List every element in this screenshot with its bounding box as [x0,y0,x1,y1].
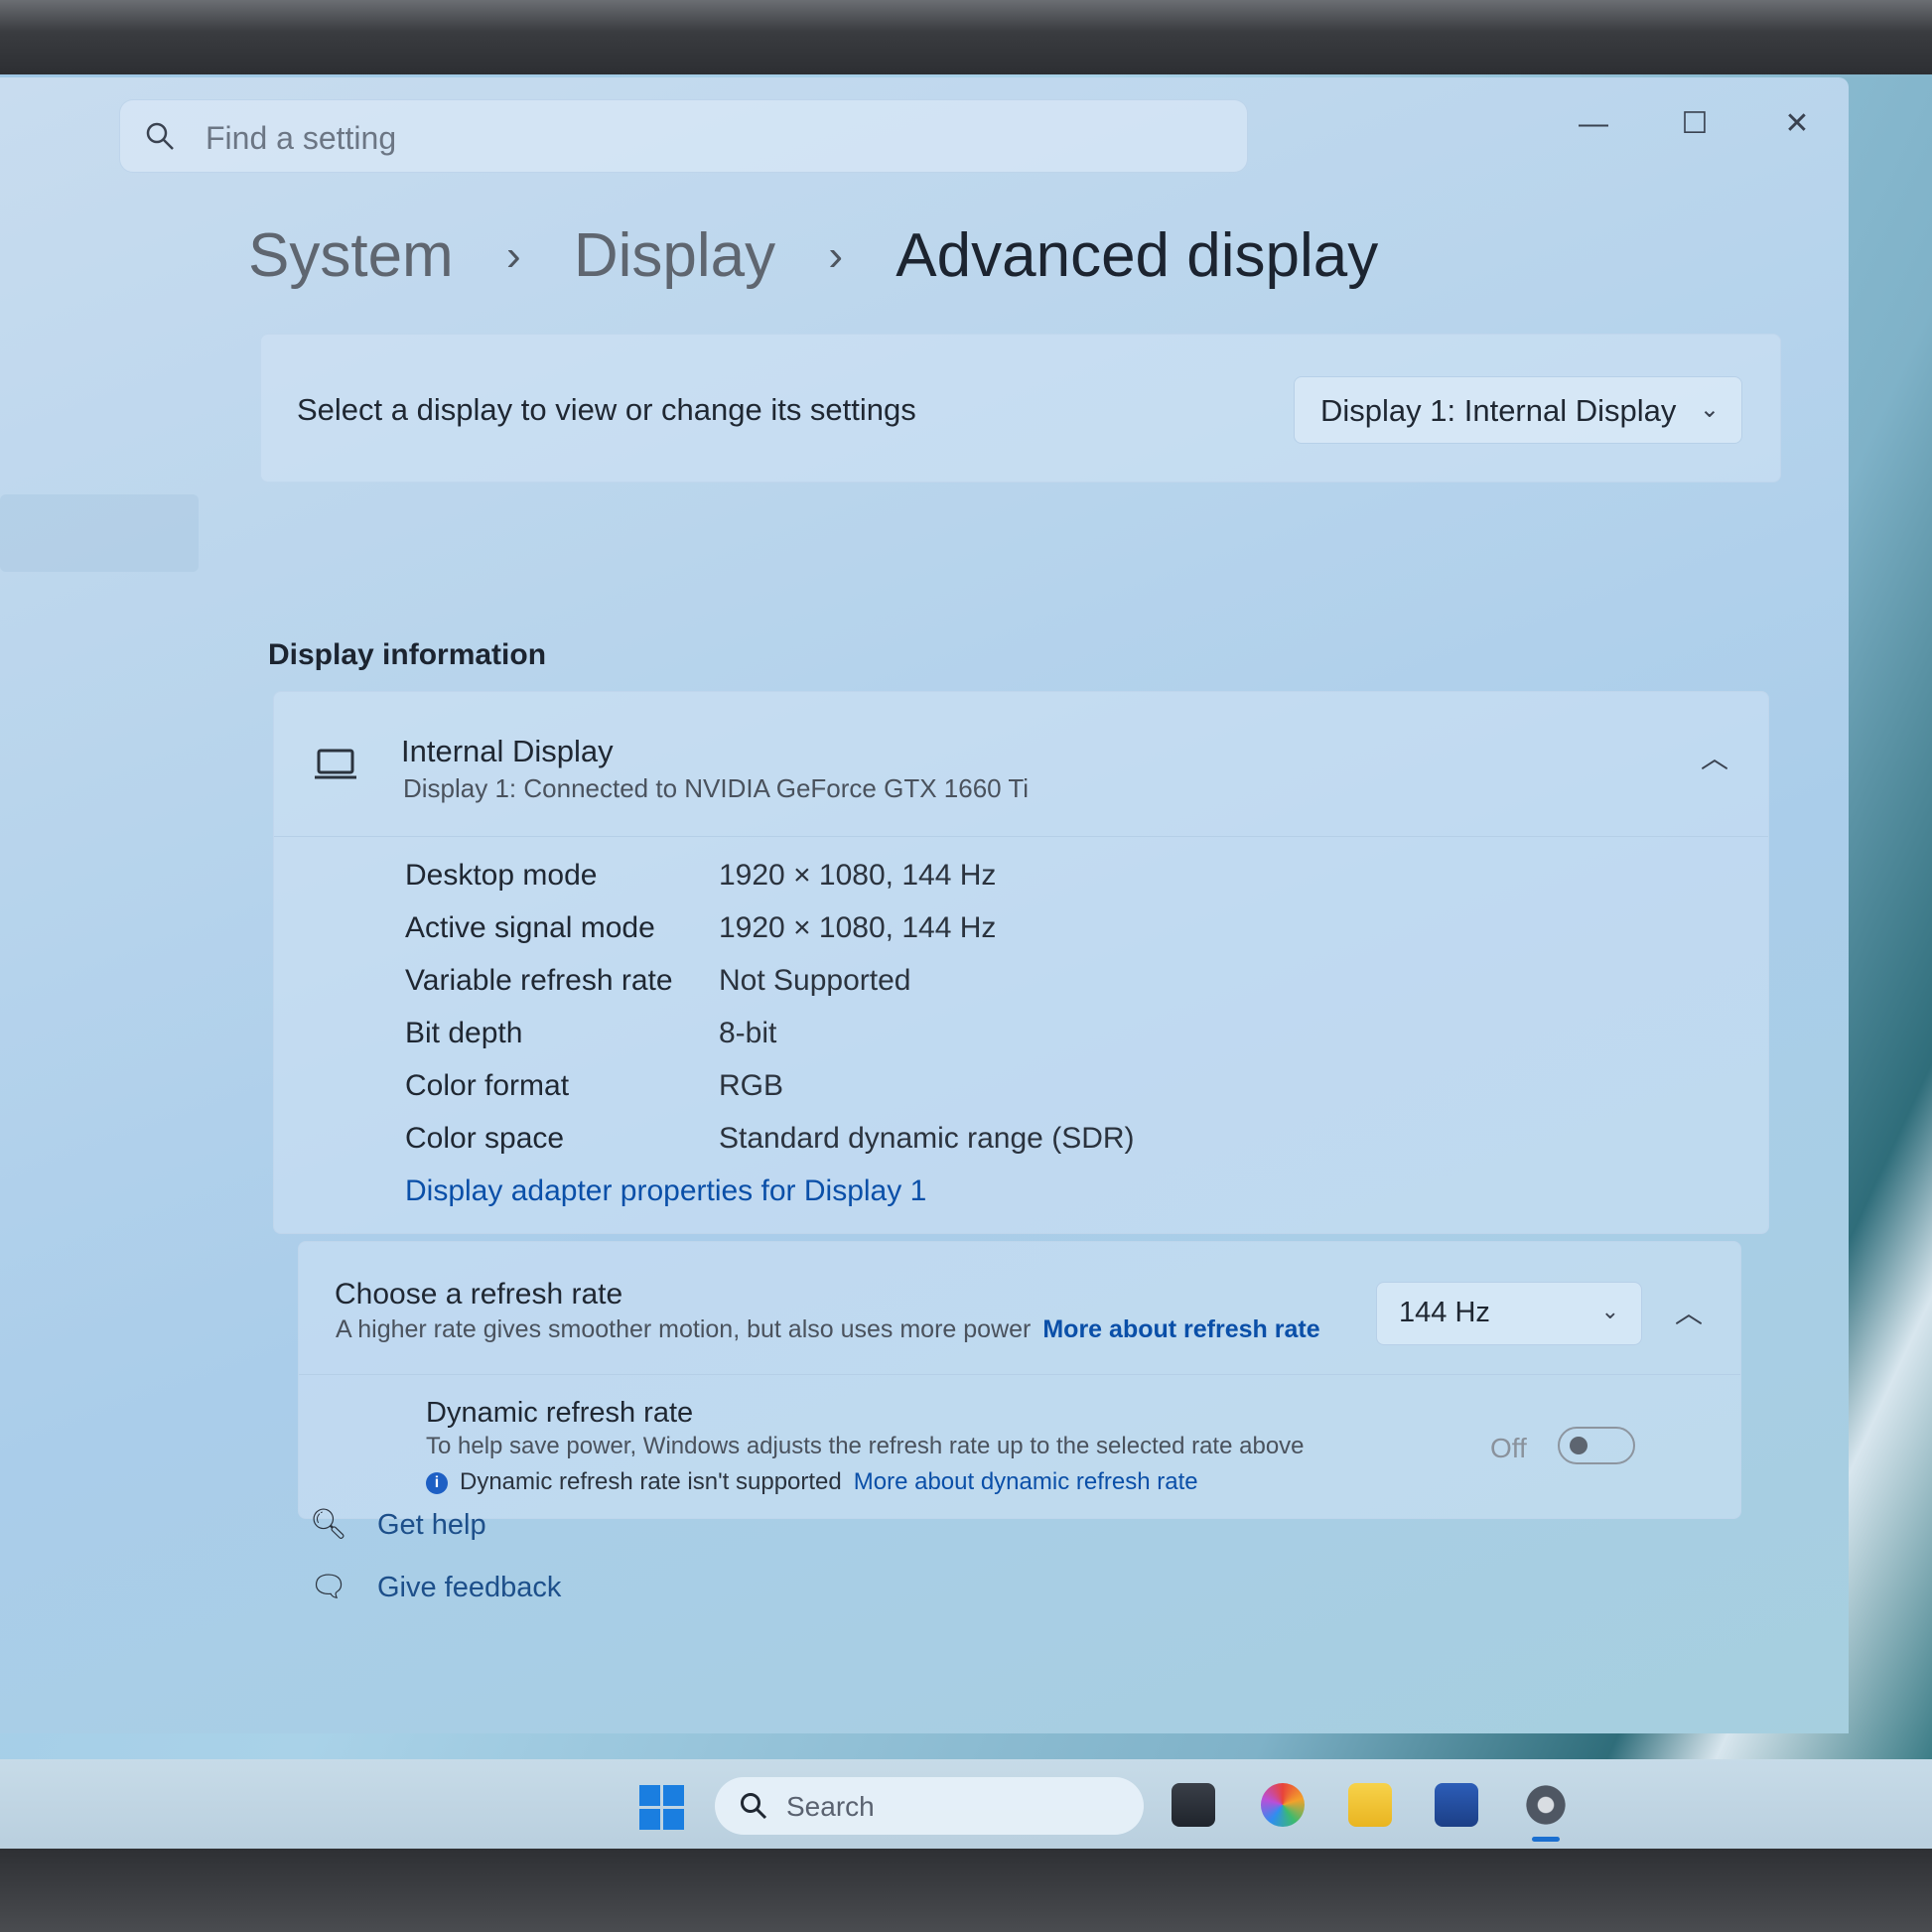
toggle-knob [1570,1437,1587,1454]
display-name: Internal Display [401,734,614,768]
dynamic-refresh-note: i Dynamic refresh rate isn't supported Mor… [426,1468,1198,1496]
chevron-down-icon: ⌄ [1600,1299,1619,1323]
taskbar-search-placeholder: Search [786,1791,875,1822]
display-subtitle: Display 1: Connected to NVIDIA GeForce G… [403,773,1030,803]
taskbar: Search [0,1759,1932,1851]
info-label-color-format: Color format [405,1069,570,1102]
more-about-dynamic-refresh-link[interactable]: More about dynamic refresh rate [854,1468,1198,1495]
page-title: Advanced display [896,221,1379,291]
close-button[interactable]: ✕ [1767,99,1827,149]
display-select-card: Select a display to view or change its s… [260,334,1781,483]
refresh-rate-dropdown[interactable]: 144 Hz ⌄ [1376,1282,1642,1345]
info-value-color-format: RGB [719,1069,784,1102]
get-help-label: Get help [377,1509,486,1541]
breadcrumb: System › Display › Advanced display [248,216,1378,291]
section-title-display-information: Display information [268,638,547,671]
dynamic-refresh-title: Dynamic refresh rate [426,1397,694,1429]
info-value-desktop-mode: 1920 × 1080, 144 Hz [719,859,997,892]
display-select-value: Display 1: Internal Display [1320,393,1677,428]
search-icon [146,122,174,150]
task-view-icon[interactable] [1172,1783,1215,1827]
info-label-active-signal-mode: Active signal mode [405,911,655,944]
refresh-rate-subtitle: A higher rate gives smoother motion, but… [336,1315,1320,1344]
refresh-rate-card: Choose a refresh rate A higher rate give… [298,1241,1741,1519]
display-info-header[interactable]: Internal Display Display 1: Connected to… [274,692,1768,837]
breadcrumb-separator: › [828,230,844,280]
give-feedback-label: Give feedback [377,1572,562,1603]
divider [299,1374,1740,1375]
more-about-refresh-rate-link[interactable]: More about refresh rate [1042,1315,1319,1343]
refresh-rate-value: 144 Hz [1399,1297,1490,1328]
breadcrumb-separator: › [505,230,521,280]
breadcrumb-display[interactable]: Display [574,220,775,291]
refresh-rate-title: Choose a refresh rate [335,1278,623,1311]
info-value-active-signal-mode: 1920 × 1080, 144 Hz [719,911,997,944]
file-explorer-icon[interactable] [1348,1783,1392,1827]
info-label-color-space: Color space [405,1122,565,1155]
dynamic-refresh-subtitle: To help save power, Windows adjusts the … [426,1433,1305,1459]
store-icon[interactable] [1435,1783,1478,1827]
info-label-desktop-mode: Desktop mode [405,859,598,892]
settings-window: Find a setting — ☐ ✕ System › Display › … [0,77,1849,1733]
info-value-color-space: Standard dynamic range (SDR) [719,1122,1135,1155]
copilot-icon[interactable] [1261,1783,1305,1827]
chevron-down-icon: ⌄ [1699,396,1720,423]
info-icon: i [426,1471,448,1494]
feedback-icon: 🗨︎ [310,1571,348,1603]
search-placeholder: Find a setting [206,120,397,156]
minimize-button[interactable]: — [1564,99,1623,149]
screen-bezel-top [0,0,1932,79]
laptop-icon [315,749,356,779]
info-label-bit-depth: Bit depth [405,1017,523,1049]
screen-bezel-bottom [0,1849,1932,1932]
dynamic-refresh-toggle[interactable] [1558,1427,1635,1464]
display-information-card: Internal Display Display 1: Connected to… [273,691,1769,1234]
display-select-label: Select a display to view or change its s… [297,392,916,427]
start-icon[interactable] [639,1785,685,1831]
get-help-link[interactable]: 🔍︎ Get help [310,1507,486,1542]
taskbar-search[interactable]: Search [715,1777,1144,1835]
display-select-dropdown[interactable]: Display 1: Internal Display ⌄ [1294,376,1742,444]
refresh-rate-description: A higher rate gives smoother motion, but… [336,1315,1032,1343]
info-value-bit-depth: 8-bit [719,1017,777,1049]
active-app-indicator [1532,1837,1560,1842]
chevron-up-icon[interactable]: ︿ [1701,737,1728,776]
settings-icon[interactable] [1524,1783,1568,1827]
breadcrumb-system[interactable]: System [248,220,454,291]
search-icon [741,1793,767,1820]
dynamic-refresh-unsupported-text: Dynamic refresh rate isn't supported [460,1468,842,1495]
give-feedback-link[interactable]: 🗨︎ Give feedback [310,1570,561,1604]
dynamic-refresh-toggle-label: Off [1490,1433,1527,1463]
chevron-up-icon[interactable]: ︿ [1675,1292,1703,1331]
info-value-variable-refresh-rate: Not Supported [719,964,911,997]
find-setting-search[interactable]: Find a setting [119,99,1248,173]
info-label-variable-refresh-rate: Variable refresh rate [405,964,673,997]
help-icon: 🔍︎ [310,1508,348,1541]
sidebar-selected-item[interactable] [0,494,199,572]
maximize-button[interactable]: ☐ [1665,99,1725,149]
display-adapter-properties-link[interactable]: Display adapter properties for Display 1 [405,1174,926,1208]
